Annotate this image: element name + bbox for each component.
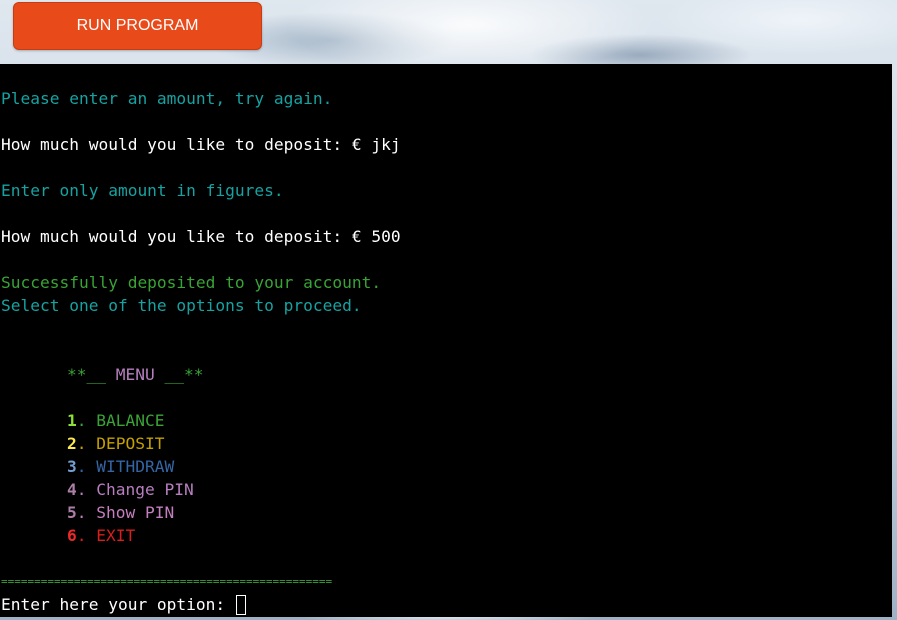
menu-item-balance: 1. BALANCE [67, 409, 164, 432]
menu-item-dot: . [76, 526, 97, 545]
menu-item-label: DEPOSIT [96, 434, 165, 453]
invalid-amount-message: Please enter an amount, try again. [1, 89, 333, 108]
menu-item-number: 6 [67, 526, 77, 545]
terminal-window[interactable]: Please enter an amount, try again. How m… [0, 64, 892, 617]
menu-item-label: Show PIN [96, 503, 175, 522]
deposit-prompt-second: How much would you like to deposit: € 50… [1, 227, 401, 246]
menu-item-label: EXIT [96, 526, 136, 545]
menu-item-label: WITHDRAW [96, 457, 175, 476]
menu-item-number: 5 [67, 503, 77, 522]
menu-item-dot: . [76, 503, 97, 522]
menu-item-withdraw: 3. WITHDRAW [67, 455, 174, 478]
menu-item-dot: . [76, 457, 97, 476]
menu-item-number: 1 [67, 411, 77, 430]
select-option-message: Select one of the options to proceed. [1, 296, 362, 315]
menu-item-show-pin: 5. Show PIN [67, 501, 174, 524]
menu-item-number: 3 [67, 457, 77, 476]
menu-item-dot: . [76, 411, 97, 430]
figures-only-message: Enter only amount in figures. [1, 181, 284, 200]
menu-title-stars-left: **__ [67, 365, 106, 384]
menu-title: **__ MENU __** [67, 363, 203, 386]
option-input-prompt: Enter here your option: [1, 595, 235, 614]
option-input-line[interactable]: Enter here your option: [1, 593, 246, 616]
menu-item-number: 2 [67, 434, 77, 453]
menu-item-dot: . [76, 434, 97, 453]
deposit-success-message: Successfully deposited to your account. [1, 273, 382, 292]
text-cursor[interactable] [235, 595, 246, 615]
menu-item-number: 4 [67, 480, 77, 499]
menu-separator: ========================================… [1, 575, 333, 588]
menu-item-exit: 6. EXIT [67, 524, 135, 547]
menu-item-label: BALANCE [96, 411, 165, 430]
deposit-prompt-first: How much would you like to deposit: € jk… [1, 135, 401, 154]
menu-item-label: Change PIN [96, 480, 194, 499]
run-program-label: RUN PROGRAM [76, 17, 199, 34]
menu-item-deposit: 2. DEPOSIT [67, 432, 164, 455]
menu-item-change-pin: 4. Change PIN [67, 478, 194, 501]
menu-title-stars-right: __** [164, 365, 204, 384]
run-program-button[interactable]: RUN PROGRAM [13, 2, 262, 50]
menu-title-text: MENU [105, 365, 165, 384]
menu-item-dot: . [76, 480, 97, 499]
